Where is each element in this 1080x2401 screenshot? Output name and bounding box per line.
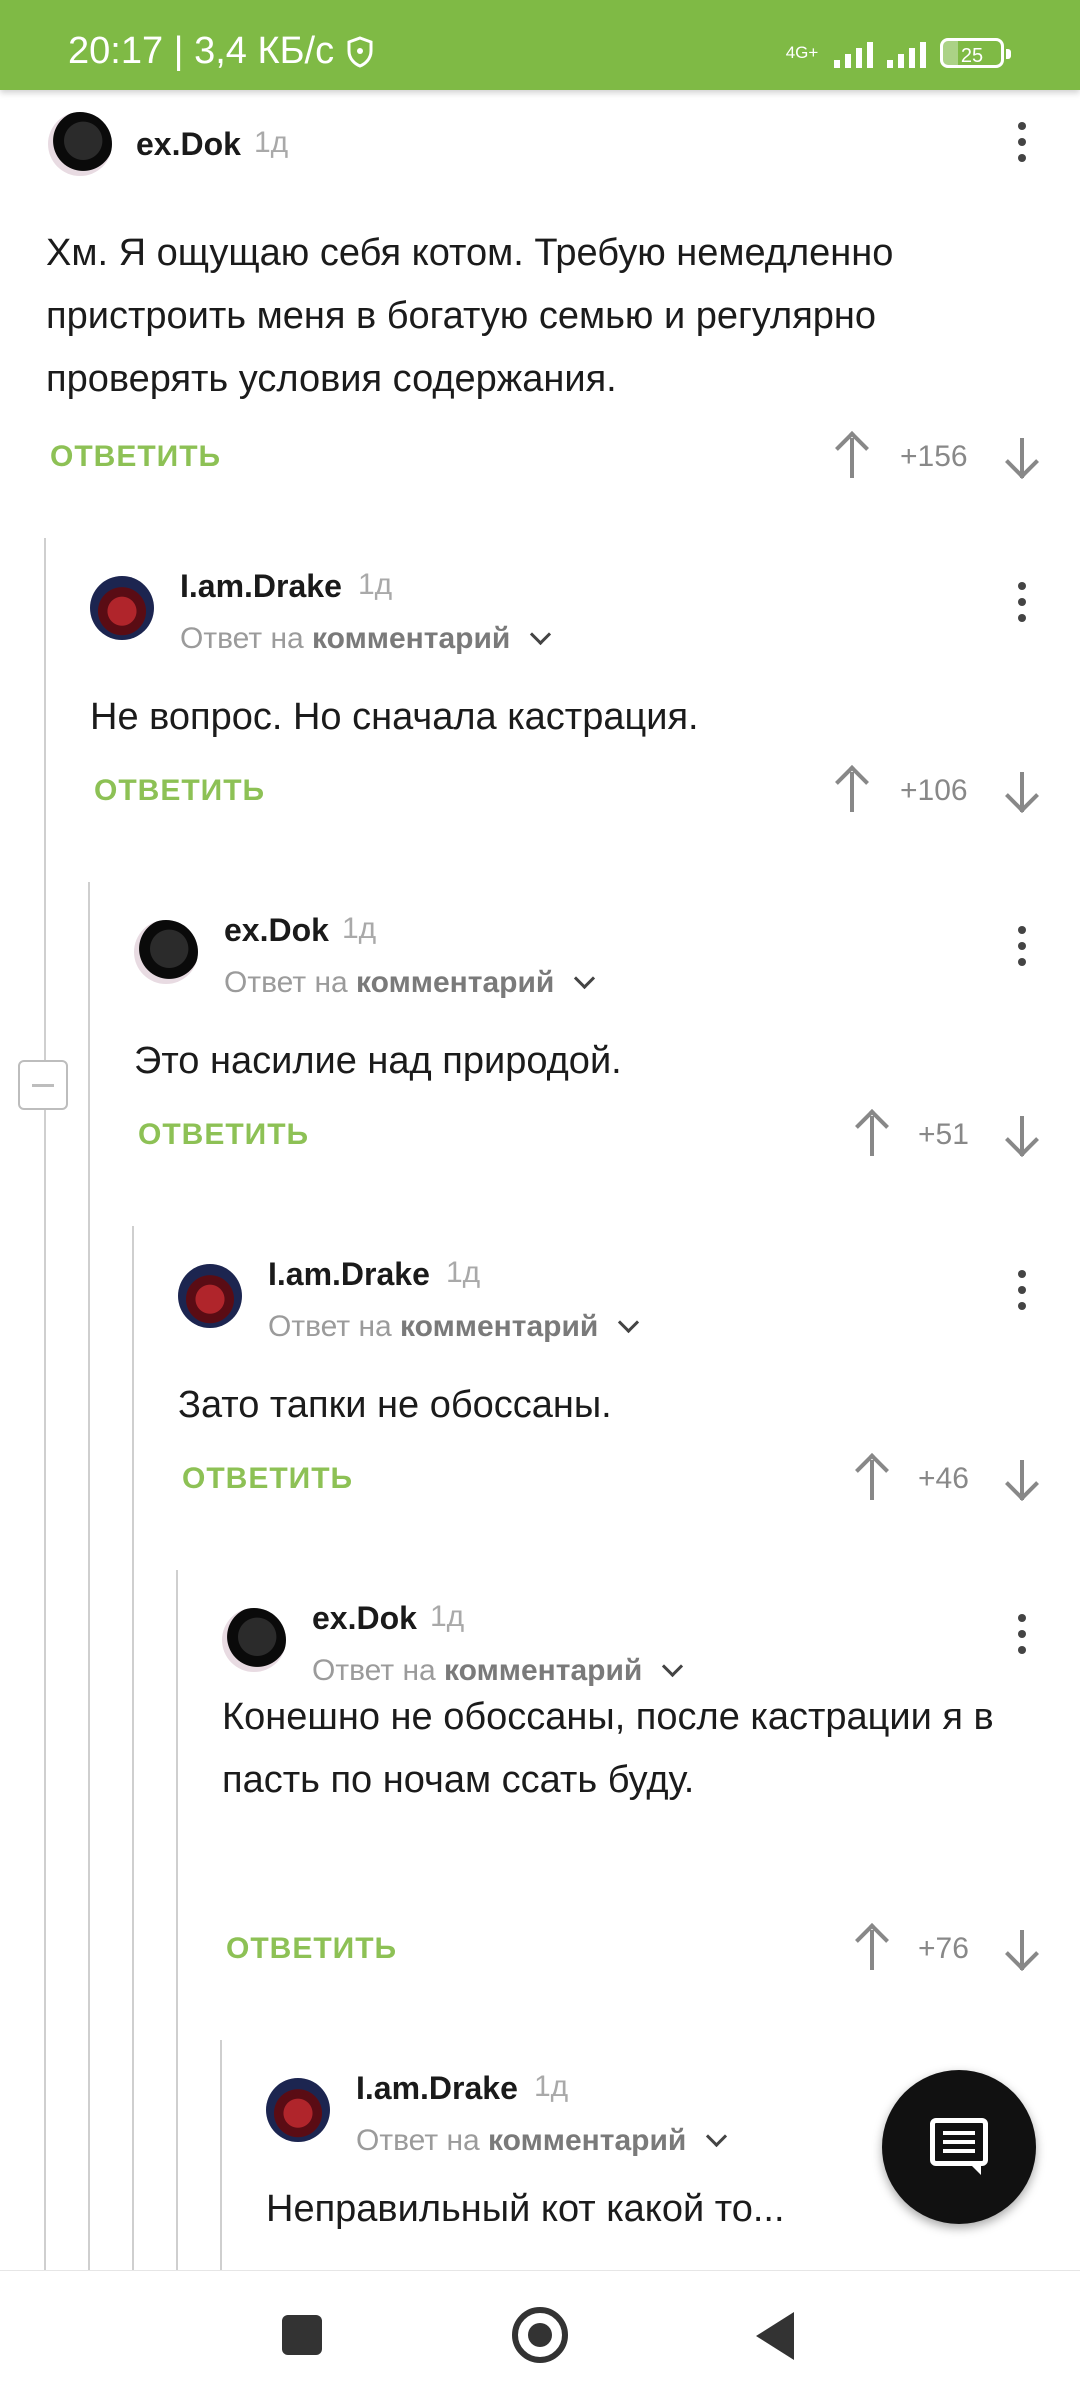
avatar[interactable] [266, 2078, 330, 2142]
reply-to-link[interactable]: Ответ на комментарий [356, 2124, 727, 2158]
comment-username[interactable]: ex.Dok [224, 912, 329, 949]
avatar[interactable] [48, 112, 112, 176]
comment-score: +156 [900, 440, 968, 473]
collapse-thread-button[interactable] [18, 1060, 68, 1110]
battery-fill [943, 41, 958, 65]
reply-to-target: комментарий [312, 622, 511, 655]
comment-text: Конешно не обоссаны, после кастрации я в… [222, 1696, 994, 1801]
reply-to-target: комментарий [444, 1654, 643, 1687]
reply-to-link[interactable]: Ответ на комментарий [268, 1310, 639, 1344]
more-options-icon[interactable] [1017, 122, 1027, 166]
comment-text: Хм. Я ощущаю себя котом. Требую немедлен… [46, 232, 894, 400]
upvote-icon[interactable] [852, 1923, 892, 1972]
comment-username[interactable]: I.am.Drake [180, 568, 342, 605]
reply-to-prefix: Ответ на [180, 622, 304, 655]
comment: I.am.Drake 1д Ответ на комментарий Зато … [134, 1226, 1080, 1556]
battery-level: 25 [960, 45, 984, 67]
comment: ex.Dok 1д Ответ на комментарий Конешно н… [178, 1570, 1080, 2030]
reply-to-prefix: Ответ на [224, 966, 348, 999]
avatar[interactable] [134, 920, 198, 984]
more-options-icon[interactable] [1017, 1614, 1027, 1658]
reply-button[interactable]: ОТВЕТИТЬ [226, 1932, 397, 1966]
reply-to-target: комментарий [400, 1310, 599, 1343]
upvote-icon[interactable] [832, 765, 872, 814]
comment-text: Не вопрос. Но сначала кастрация. [90, 696, 699, 738]
vpn-shield-icon [347, 35, 373, 68]
reply-to-link[interactable]: Ответ на комментарий [312, 1654, 683, 1688]
reply-to-link[interactable]: Ответ на комментарий [224, 966, 595, 1000]
back-icon[interactable] [756, 2312, 794, 2360]
reply-to-prefix: Ответ на [268, 1310, 392, 1343]
more-options-icon[interactable] [1017, 1270, 1027, 1314]
reply-button[interactable]: ОТВЕТИТЬ [50, 440, 221, 474]
comment-score: +106 [900, 774, 968, 807]
comment-username[interactable]: ex.Dok [312, 1600, 417, 1637]
comment: ex.Dok 1д Ответ на комментарий Это насил… [90, 882, 1080, 1212]
comment-username[interactable]: ex.Dok [136, 126, 241, 163]
comment-score: +76 [918, 1932, 969, 1965]
comment-score: +51 [918, 1118, 969, 1151]
network-type: 4G+ [785, 43, 819, 62]
reply-button[interactable]: ОТВЕТИТЬ [138, 1118, 309, 1152]
status-bar: 20:17 | 3,4 КБ/с 4G+ 25 [0, 0, 1080, 90]
comment-time: 1д [534, 2070, 569, 2103]
comment-time: 1д [358, 568, 393, 601]
avatar[interactable] [178, 1264, 242, 1328]
signal-bars-icon [834, 38, 873, 68]
comment-time: 1д [446, 1256, 481, 1289]
signal-bars-2-icon [887, 38, 926, 68]
comment-time: 1д [430, 1600, 465, 1633]
status-left: 20:17 | 3,4 КБ/с [68, 30, 374, 73]
comment-username[interactable]: I.am.Drake [356, 2070, 518, 2107]
reply-to-link[interactable]: Ответ на комментарий [180, 622, 551, 656]
comment-time: 1д [254, 126, 289, 159]
recent-apps-icon[interactable] [282, 2315, 322, 2355]
comment: I.am.Drake 1д Ответ на комментарий Не во… [46, 538, 1080, 868]
write-comment-button[interactable] [882, 2070, 1036, 2224]
upvote-icon[interactable] [852, 1109, 892, 1158]
chevron-down-icon [573, 967, 595, 990]
message-icon [930, 2118, 988, 2175]
comment-score: +46 [918, 1462, 969, 1495]
downvote-icon[interactable] [1002, 1110, 1042, 1158]
reply-to-target: комментарий [356, 966, 555, 999]
avatar[interactable] [90, 576, 154, 640]
battery-icon: 25 [940, 38, 1011, 68]
reply-button[interactable]: ОТВЕТИТЬ [182, 1462, 353, 1496]
reply-to-prefix: Ответ на [356, 2124, 480, 2157]
comment-time: 1д [342, 912, 377, 945]
comment-text: Зато тапки не обоссаны. [178, 1384, 612, 1426]
downvote-icon[interactable] [1002, 1454, 1042, 1502]
chevron-down-icon [529, 623, 551, 646]
downvote-icon[interactable] [1002, 432, 1042, 480]
more-options-icon[interactable] [1017, 582, 1027, 626]
comment: ex.Dok 1д Хм. Я ощущаю себя котом. Требу… [0, 90, 1080, 530]
chevron-down-icon [617, 1311, 639, 1334]
reply-to-prefix: Ответ на [312, 1654, 436, 1687]
avatar[interactable] [222, 1608, 286, 1672]
comment-thread: ex.Dok 1д Хм. Я ощущаю себя котом. Требу… [0, 90, 1080, 2270]
upvote-icon[interactable] [852, 1453, 892, 1502]
comment-text: Это насилие над природой. [134, 1040, 622, 1082]
downvote-icon[interactable] [1002, 1924, 1042, 1972]
reply-to-target: комментарий [488, 2124, 687, 2157]
upvote-icon[interactable] [832, 431, 872, 480]
reply-button[interactable]: ОТВЕТИТЬ [94, 774, 265, 808]
chevron-down-icon [705, 2125, 727, 2148]
more-options-icon[interactable] [1017, 926, 1027, 970]
status-time-speed: 20:17 | 3,4 КБ/с [68, 30, 335, 72]
chevron-down-icon [661, 1655, 683, 1678]
status-right: 4G+ 25 [784, 38, 1011, 68]
home-icon[interactable] [512, 2307, 568, 2363]
comment-username[interactable]: I.am.Drake [268, 1256, 430, 1293]
downvote-icon[interactable] [1002, 766, 1042, 814]
